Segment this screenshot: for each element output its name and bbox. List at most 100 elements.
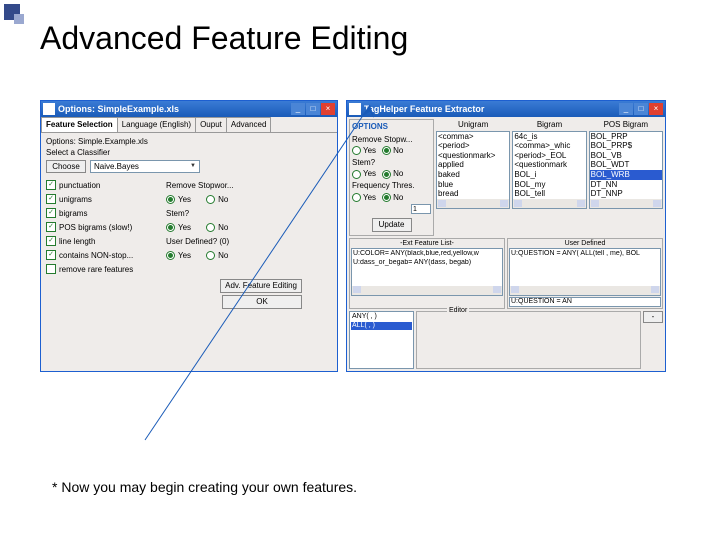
list-item[interactable]: ALL( , ) bbox=[351, 322, 412, 330]
scroll-right-icon[interactable] bbox=[493, 286, 501, 293]
ext-feature-list[interactable]: U:COLOR= ANY(black,blue,red,yellow,wU:da… bbox=[351, 248, 503, 296]
list-item[interactable]: blue bbox=[437, 180, 509, 190]
close-button[interactable]: × bbox=[649, 103, 663, 115]
scroll-right-icon[interactable] bbox=[577, 200, 585, 207]
user-defined-input[interactable]: U:QUESTION = AN bbox=[509, 297, 661, 307]
list-item[interactable]: ANY( , ) bbox=[351, 313, 412, 321]
no-label: No bbox=[393, 193, 403, 203]
feature-checkbox[interactable] bbox=[46, 264, 56, 274]
editor-remove-button[interactable]: - bbox=[643, 311, 663, 323]
list-item[interactable]: DT_NN bbox=[590, 180, 662, 190]
minimize-button[interactable]: _ bbox=[619, 103, 633, 115]
page-title: Advanced Feature Editing bbox=[40, 20, 408, 57]
list-item[interactable]: <questionmark> bbox=[437, 151, 509, 161]
scroll-right-icon[interactable] bbox=[500, 200, 508, 207]
yes-label: Yes bbox=[363, 146, 376, 156]
list-item[interactable]: BOL_PRP$ bbox=[590, 141, 662, 151]
bigram-list[interactable]: 64c_is<comma>_whic<period>_EOL<questionm… bbox=[512, 131, 586, 209]
titlebar[interactable]: Options: SimpleExample.xls _ □ × bbox=[41, 101, 337, 117]
scroll-left-icon[interactable] bbox=[353, 286, 361, 293]
feature-label: bigrams bbox=[59, 209, 87, 219]
feature-checkbox[interactable]: ✓ bbox=[46, 250, 56, 260]
adv-feature-editing-button[interactable]: Adv. Feature Editing bbox=[220, 279, 302, 293]
yes-radio[interactable] bbox=[166, 223, 175, 232]
user-defined-list[interactable]: U:QUESTION = ANY( ALL(tell , me), BOL bbox=[509, 248, 661, 296]
scroll-right-icon[interactable] bbox=[653, 200, 661, 207]
list-item[interactable]: BOL_i bbox=[513, 170, 585, 180]
scroll-left-icon[interactable] bbox=[514, 200, 522, 207]
yes-label: Yes bbox=[363, 169, 376, 179]
list-item[interactable]: <comma>_whic bbox=[513, 141, 585, 151]
classifier-dropdown[interactable]: Naive.Bayes▼ bbox=[90, 160, 200, 174]
unigram-list[interactable]: <comma><period><questionmark>appliedbake… bbox=[436, 131, 510, 209]
threshold-input[interactable] bbox=[411, 204, 431, 214]
user-defined-header: User Defined bbox=[509, 240, 661, 248]
list-item[interactable]: U:COLOR= ANY(black,blue,red,yellow,w bbox=[353, 250, 501, 258]
scroll-left-icon[interactable] bbox=[591, 200, 599, 207]
list-item[interactable]: BOL_tell bbox=[513, 189, 585, 199]
list-item[interactable]: bread bbox=[437, 189, 509, 199]
list-item[interactable]: <questionmark bbox=[513, 160, 585, 170]
scroll-left-icon[interactable] bbox=[511, 286, 519, 293]
maximize-button[interactable]: □ bbox=[634, 103, 648, 115]
feature-checkbox[interactable]: ✓ bbox=[46, 194, 56, 204]
titlebar[interactable]: TagHelper Feature Extractor _ □ × bbox=[347, 101, 665, 117]
feature-label: line length bbox=[59, 237, 95, 247]
feature-label: remove rare features bbox=[59, 265, 133, 275]
classifier-value: Naive.Bayes bbox=[94, 162, 139, 172]
list-item[interactable]: BOL_WRB bbox=[590, 170, 662, 180]
no-radio[interactable] bbox=[206, 251, 215, 260]
feature-checkbox[interactable]: ✓ bbox=[46, 180, 56, 190]
list-item[interactable]: BOL_PRP bbox=[590, 132, 662, 142]
options-panel: OPTIONS Remove Stopw...YesNoStem?YesNoFr… bbox=[349, 119, 434, 236]
yes-radio[interactable] bbox=[352, 146, 361, 155]
tab-language[interactable]: Language (English) bbox=[117, 117, 196, 132]
list-item[interactable]: BOL_VB bbox=[590, 151, 662, 161]
slide-accent bbox=[0, 0, 28, 28]
list-item[interactable]: BOL_my bbox=[513, 180, 585, 190]
classifier-label: Select a Classifier bbox=[46, 147, 332, 159]
no-radio[interactable] bbox=[206, 195, 215, 204]
slide-footnote: * Now you may begin creating your own fe… bbox=[52, 479, 357, 495]
scroll-right-icon[interactable] bbox=[651, 286, 659, 293]
list-item[interactable]: <period>_EOL bbox=[513, 151, 585, 161]
minimize-button[interactable]: _ bbox=[291, 103, 305, 115]
list-item[interactable]: <comma> bbox=[437, 132, 509, 142]
tab-output[interactable]: Ouput bbox=[195, 117, 227, 132]
editor-panel: Editor bbox=[416, 311, 641, 369]
list-item[interactable]: DT_NNP bbox=[590, 189, 662, 199]
no-radio[interactable] bbox=[382, 146, 391, 155]
feature-checkbox[interactable]: ✓ bbox=[46, 208, 56, 218]
any-all-list[interactable]: ANY( , )ALL( , ) bbox=[349, 311, 414, 369]
option-label: User Defined? (0) bbox=[166, 237, 229, 247]
list-item[interactable]: applied bbox=[437, 160, 509, 170]
list-item[interactable]: baked bbox=[437, 170, 509, 180]
no-label: No bbox=[218, 223, 228, 233]
unigram-header: Unigram bbox=[436, 119, 510, 131]
ok-button[interactable]: OK bbox=[222, 295, 302, 309]
pos-bigram-list[interactable]: BOL_PRPBOL_PRP$BOL_VBBOL_WDTBOL_WRBDT_NN… bbox=[589, 131, 663, 209]
update-button[interactable]: Update bbox=[372, 218, 412, 232]
yes-radio[interactable] bbox=[166, 195, 175, 204]
feature-label: contains NON-stop... bbox=[59, 251, 133, 261]
scroll-left-icon[interactable] bbox=[438, 200, 446, 207]
option-label: Remove Stopw... bbox=[352, 135, 431, 145]
list-item[interactable]: <period> bbox=[437, 141, 509, 151]
no-radio[interactable] bbox=[382, 170, 391, 179]
list-item[interactable]: BOL_WDT bbox=[590, 160, 662, 170]
tab-feature-selection[interactable]: Feature Selection bbox=[41, 117, 118, 132]
list-item[interactable]: 64c_is bbox=[513, 132, 585, 142]
yes-radio[interactable] bbox=[352, 193, 361, 202]
maximize-button[interactable]: □ bbox=[306, 103, 320, 115]
yes-radio[interactable] bbox=[352, 170, 361, 179]
tab-advanced[interactable]: Advanced bbox=[226, 117, 272, 132]
no-radio[interactable] bbox=[206, 223, 215, 232]
close-button[interactable]: × bbox=[321, 103, 335, 115]
yes-radio[interactable] bbox=[166, 251, 175, 260]
list-item[interactable]: U:dass_or_begab= ANY(dass, begab) bbox=[353, 259, 501, 267]
no-radio[interactable] bbox=[382, 193, 391, 202]
choose-button[interactable]: Choose bbox=[46, 160, 86, 174]
list-item[interactable]: U:QUESTION = ANY( ALL(tell , me), BOL bbox=[511, 250, 659, 258]
feature-checkbox[interactable]: ✓ bbox=[46, 222, 56, 232]
feature-checkbox[interactable]: ✓ bbox=[46, 236, 56, 246]
